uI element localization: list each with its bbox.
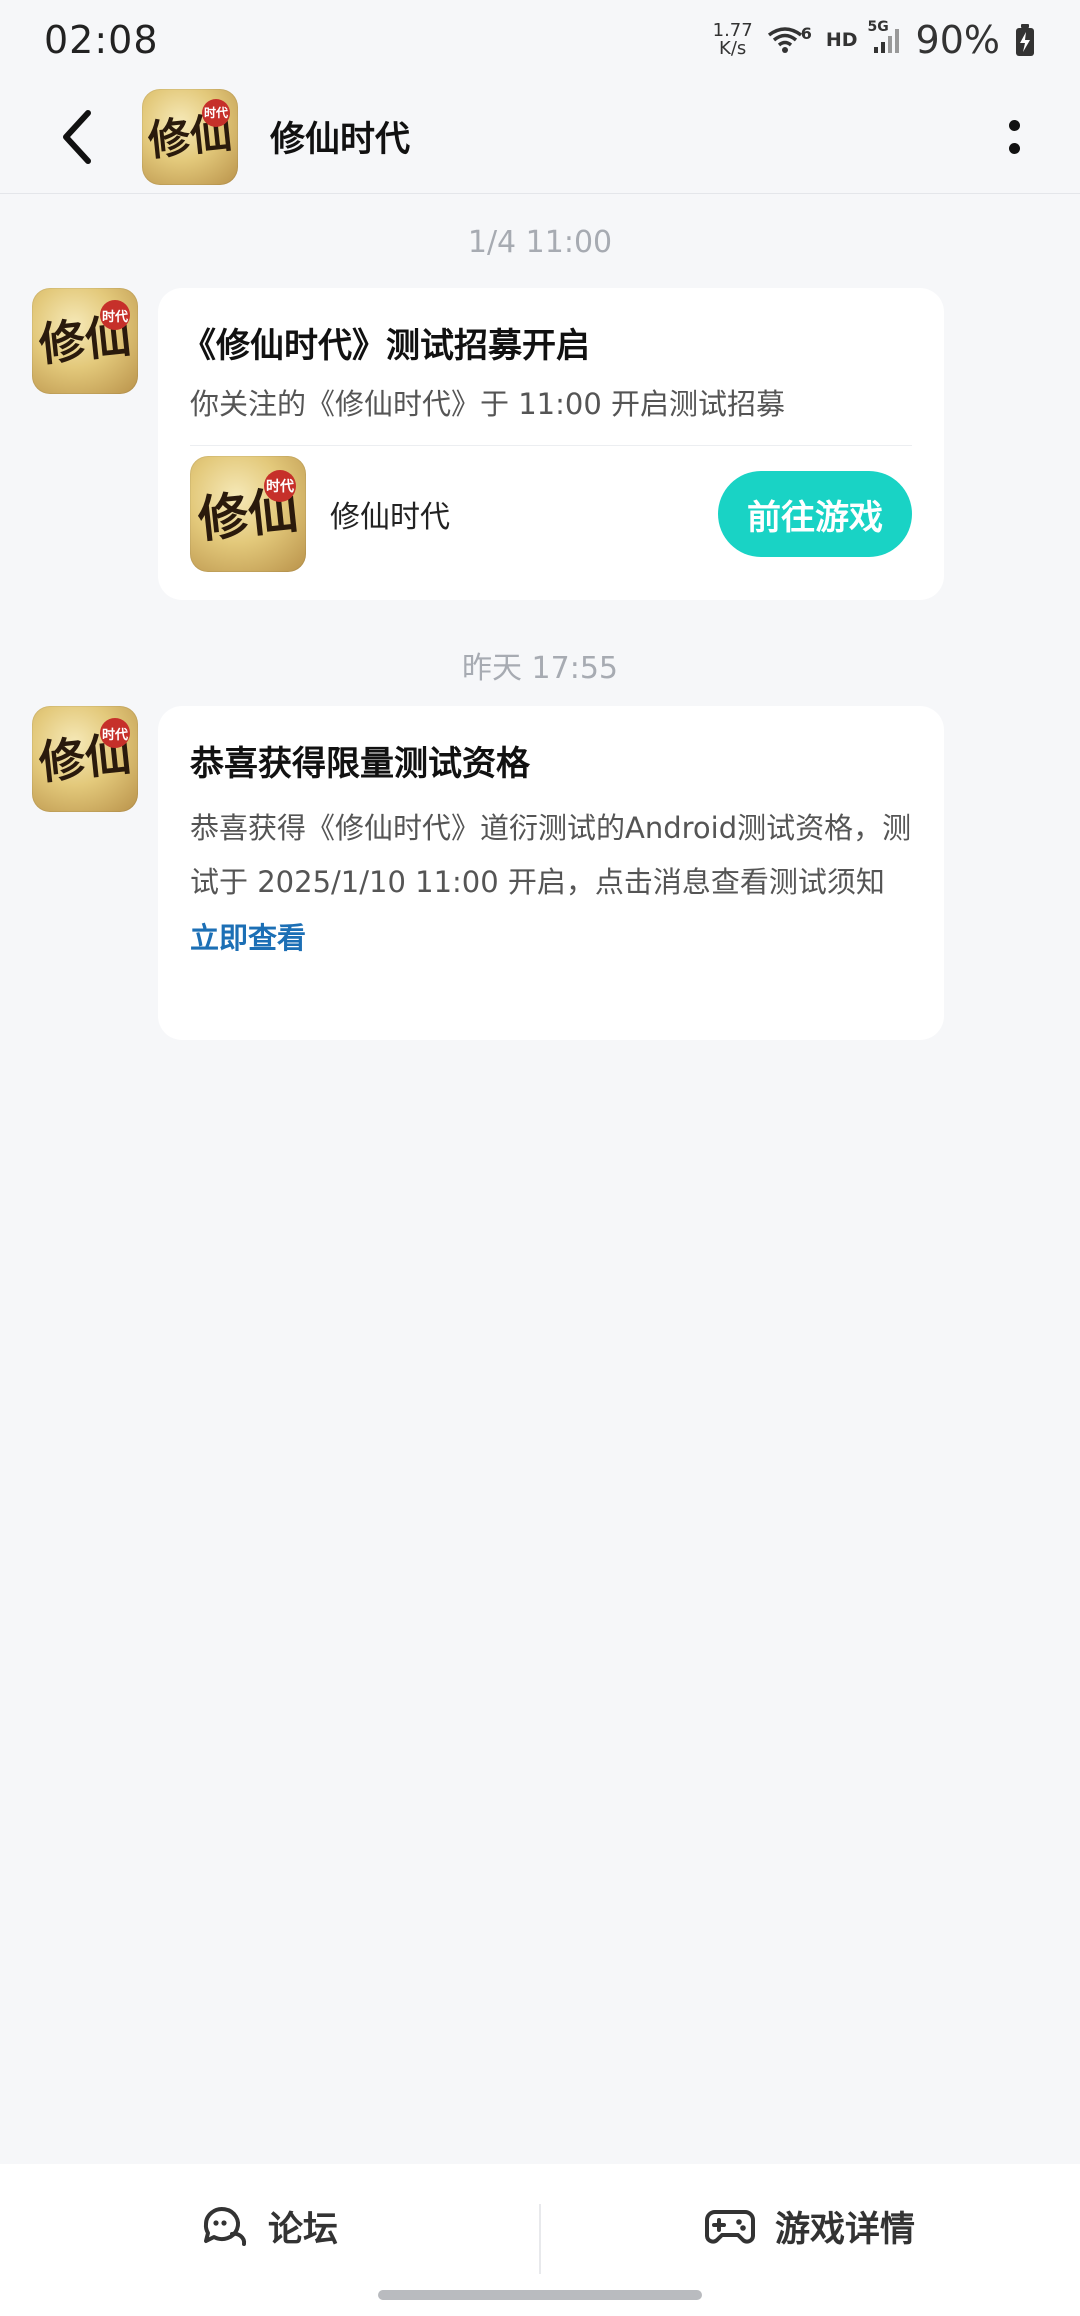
go-to-game-button[interactable]: 前往游戏 [718, 471, 912, 557]
view-now-link[interactable]: 立即查看 [190, 915, 306, 957]
chevron-left-icon [63, 109, 91, 164]
forum-tab[interactable]: 论坛 [0, 2170, 540, 2282]
wifi-badge: 6 [800, 23, 812, 43]
tab-divider [539, 2204, 541, 2274]
chat-bubbles-icon [203, 2207, 247, 2246]
avatar-seal: 时代 [264, 470, 296, 502]
message-card-recruitment[interactable]: 《修仙时代》测试招募开启 你关注的《修仙时代》于 11:00 开启测试招募 修仙… [158, 288, 944, 600]
status-icons: 1.77 K/s 6 HD 5G 90% [713, 18, 1036, 62]
battery-percent: 90% [915, 18, 1000, 62]
forum-tab-label: 论坛 [267, 2209, 338, 2250]
game-avatar[interactable]: 修仙 时代 [142, 88, 238, 185]
game-details-tab-label: 游戏详情 [774, 2209, 915, 2250]
game-icon[interactable]: 修仙 时代 [190, 456, 306, 572]
message-timestamp: 昨天 17:55 [462, 651, 618, 686]
home-indicator[interactable] [378, 2290, 702, 2300]
message-description: 你关注的《修仙时代》于 11:00 开启测试招募 [190, 387, 786, 421]
game-row[interactable]: 修仙 时代 修仙时代 前往游戏 [190, 446, 912, 582]
avatar-seal: 时代 [100, 300, 130, 330]
message-body: 恭喜获得《修仙时代》道衍测试的Android测试资格，测试于 2025/1/10… [190, 811, 912, 899]
wifi-icon: 6 [767, 23, 812, 55]
page-title: 修仙时代 [270, 120, 411, 160]
avatar-seal: 时代 [202, 98, 230, 127]
chat-header: 修仙 时代 修仙时代 [0, 80, 1080, 194]
sender-avatar[interactable]: 修仙 时代 [32, 288, 138, 394]
sender-avatar[interactable]: 修仙 时代 [32, 706, 138, 812]
hd-indicator: HD [825, 29, 858, 51]
message-timestamp: 1/4 11:00 [467, 225, 613, 260]
message-title: 恭喜获得限量测试资格 [190, 744, 530, 784]
message-card-qualification[interactable]: 恭喜获得限量测试资格 恭喜获得《修仙时代》道衍测试的Android测试资格，测试… [158, 706, 944, 1040]
game-name: 修仙时代 [330, 500, 450, 535]
battery-charging-icon [1014, 23, 1036, 57]
status-bar: 02:08 1.77 K/s 6 HD 5G 90% [0, 0, 1080, 80]
more-options-button[interactable] [994, 107, 1034, 167]
status-time: 02:08 [44, 18, 159, 62]
network-speed-unit: K/s [719, 38, 747, 59]
message-title: 《修仙时代》测试招募开启 [182, 326, 590, 366]
avatar-seal: 时代 [100, 718, 130, 748]
game-details-tab[interactable]: 游戏详情 [540, 2170, 1080, 2282]
gamepad-icon [704, 2210, 755, 2244]
more-vertical-icon [1008, 119, 1020, 131]
network-speed: 1.77 K/s [713, 22, 753, 58]
back-button[interactable] [48, 102, 108, 172]
signal-icon: 5G [868, 19, 902, 55]
signal-label: 5G [867, 19, 889, 35]
